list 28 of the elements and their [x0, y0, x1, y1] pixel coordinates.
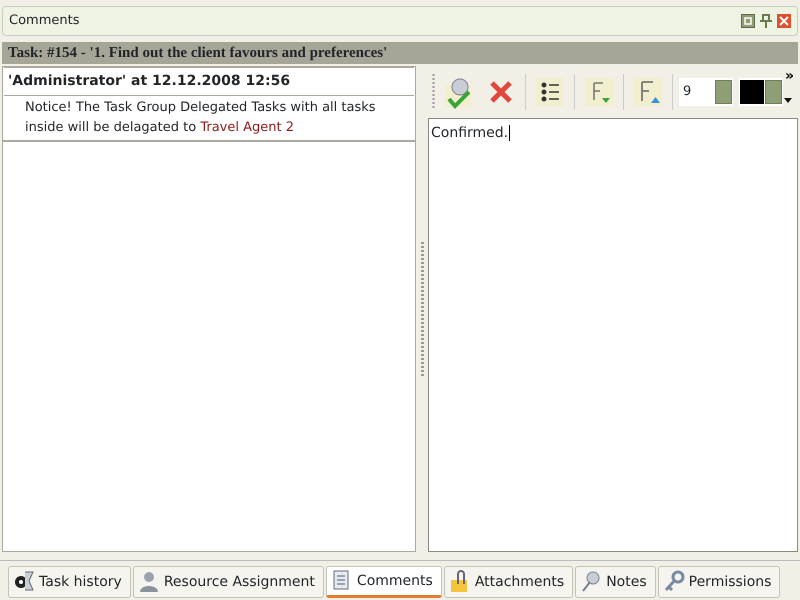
tab[interactable]: Attachments: [444, 566, 574, 598]
font-size-dropdown[interactable]: 9: [679, 78, 733, 106]
font-size-value: 9: [683, 83, 692, 102]
comment-editor[interactable]: Confirmed.: [428, 118, 798, 552]
comment-author: 'Administrator' at 12.12.2008 12:56: [4, 67, 414, 96]
pin-icon[interactable]: [759, 14, 773, 28]
font-down-icon: [585, 78, 613, 106]
person-icon: [138, 570, 160, 594]
tab[interactable]: Comments: [326, 566, 442, 598]
task-header: Task: #154 - '1. Find out the client favours and preferences': [2, 42, 798, 64]
panel-title: Comments: [9, 12, 80, 30]
splitter-handle[interactable]: [420, 242, 424, 376]
overflow-button[interactable]: »: [784, 66, 794, 87]
comment-text: Notice! The Task Group Delegated Tasks with all tasks inside will be delagated to Travel Agent 2: [3, 96, 415, 142]
font-up-icon: [634, 78, 662, 106]
close-icon[interactable]: [777, 14, 791, 28]
tab[interactable]: Resource Assignment: [132, 566, 324, 598]
editor-text: Confirmed.: [431, 125, 508, 141]
key-icon: [662, 570, 685, 594]
tab[interactable]: Task history: [8, 566, 131, 598]
restore-icon[interactable]: [741, 14, 755, 28]
toolbar-grip-icon: [432, 74, 435, 110]
font-color-dropdown[interactable]: [739, 78, 783, 106]
tab[interactable]: Notes: [575, 566, 656, 598]
delete-icon: [488, 79, 514, 105]
bullet-list-icon: [536, 78, 564, 106]
dropdown-arrow-icon[interactable]: [784, 98, 792, 103]
tab[interactable]: Permissions: [658, 566, 780, 598]
